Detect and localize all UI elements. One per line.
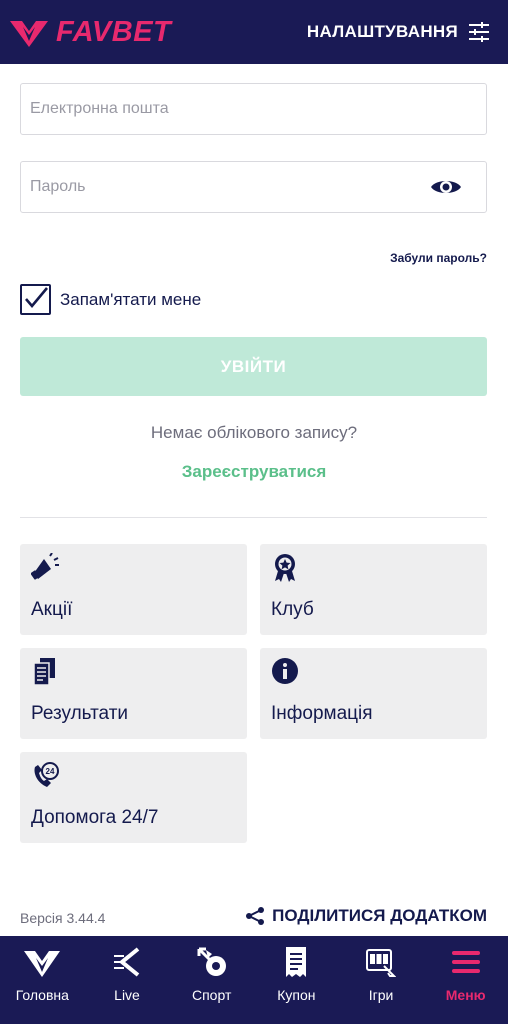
slot-machine-icon bbox=[366, 949, 397, 977]
divider bbox=[20, 517, 487, 518]
favbet-logo[interactable]: FAVBET bbox=[10, 16, 171, 49]
info-icon bbox=[272, 658, 298, 684]
share-label: ПОДІЛИТИСЯ ДОДАТКОМ bbox=[272, 906, 487, 925]
menu-icon bbox=[451, 951, 480, 973]
login-button[interactable]: УВІЙТИ bbox=[20, 337, 487, 396]
tile-results[interactable]: Результати bbox=[20, 648, 247, 739]
tile-label: Допомога 24/7 bbox=[31, 807, 159, 828]
coupon-receipt-icon bbox=[286, 947, 307, 977]
nav-item-menu[interactable]: Меню bbox=[423, 936, 508, 1024]
tile-information[interactable]: Інформація bbox=[260, 648, 487, 739]
share-app-button[interactable]: ПОДІЛИТИСЯ ДОДАТКОМ bbox=[245, 906, 487, 926]
sport-icon bbox=[197, 947, 226, 976]
password-field-wrapper bbox=[20, 161, 487, 213]
award-badge-icon bbox=[275, 554, 295, 582]
logo-text: FAVBET bbox=[56, 15, 172, 48]
nav-label: Купон bbox=[277, 987, 316, 1003]
nav-item-games[interactable]: Ігри bbox=[339, 936, 424, 1024]
nav-item-sport[interactable]: Спорт bbox=[169, 936, 254, 1024]
tile-label: Акції bbox=[31, 599, 73, 620]
nav-item-live[interactable]: Live bbox=[85, 936, 170, 1024]
support-24-icon: 24 bbox=[34, 762, 59, 787]
results-documents-icon bbox=[33, 658, 55, 686]
favbet-logo-icon bbox=[10, 21, 48, 47]
remember-checkbox[interactable] bbox=[20, 284, 51, 315]
top-bar: FAVBET НАЛАШТУВАННЯ bbox=[0, 0, 508, 64]
megaphone-icon bbox=[30, 552, 59, 580]
home-logo-icon bbox=[24, 951, 61, 977]
nav-item-coupon[interactable]: Купон bbox=[254, 936, 339, 1024]
nav-label: Live bbox=[114, 987, 140, 1003]
forgot-password-link[interactable]: Забули пароль? bbox=[390, 251, 487, 265]
remember-label: Запам'ятати мене bbox=[60, 289, 202, 309]
settings-button[interactable]: НАЛАШТУВАННЯ bbox=[307, 21, 490, 43]
no-account-text: Немає облікового запису? bbox=[150, 423, 358, 442]
bottom-navigation: Головна Live Спорт Купон Ігри Меню bbox=[0, 936, 508, 1024]
live-icon bbox=[114, 947, 140, 977]
tile-club[interactable]: Клуб bbox=[260, 544, 487, 635]
share-icon bbox=[246, 907, 265, 925]
password-field[interactable] bbox=[30, 178, 477, 196]
remember-me[interactable]: Запам'ятати мене bbox=[20, 284, 201, 315]
sliders-icon bbox=[469, 22, 489, 42]
tile-label: Клуб bbox=[271, 599, 314, 620]
tile-promotions[interactable]: Акції bbox=[20, 544, 247, 635]
tile-support[interactable]: 24 Допомога 24/7 bbox=[20, 752, 247, 843]
eye-icon[interactable] bbox=[430, 176, 462, 198]
tile-label: Інформація bbox=[271, 703, 373, 724]
nav-label: Меню bbox=[445, 987, 486, 1003]
email-field[interactable] bbox=[30, 100, 477, 118]
register-link[interactable]: Зареєструватися bbox=[0, 462, 508, 482]
checkmark-icon bbox=[25, 287, 48, 309]
nav-label: Спорт bbox=[191, 987, 232, 1003]
nav-item-home[interactable]: Головна bbox=[0, 936, 85, 1024]
app-version: Версія 3.44.4 bbox=[20, 910, 106, 926]
svg-text:24: 24 bbox=[46, 767, 55, 776]
tile-label: Результати bbox=[31, 703, 129, 724]
nav-label: Ігри bbox=[368, 987, 394, 1003]
nav-label: Головна bbox=[15, 987, 69, 1003]
settings-label: НАЛАШТУВАННЯ bbox=[306, 22, 458, 41]
email-field-wrapper bbox=[20, 83, 487, 135]
